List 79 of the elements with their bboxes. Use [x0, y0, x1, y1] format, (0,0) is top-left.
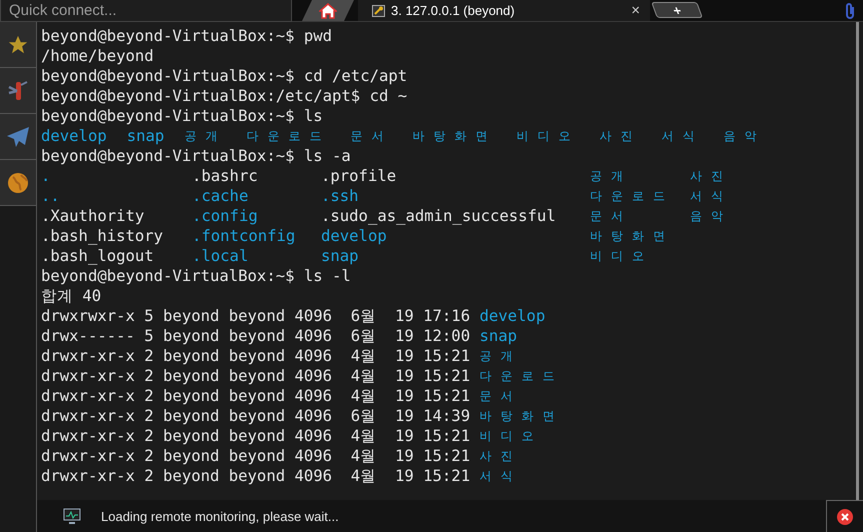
terminal-line: drwxrwxr-x 5 beyond beyond 4096 6월 19 17:16	[41, 306, 472, 326]
directory-name: 비디오	[516, 128, 580, 145]
directory-name: .bash_logout	[41, 246, 155, 266]
terminal-line: drwxr-xr-x 2 beyond beyond 4096 4월 19 15:21	[41, 366, 472, 386]
globe-icon[interactable]	[7, 172, 29, 194]
sidebar-button[interactable]	[0, 68, 36, 114]
terminal-line: drwxr-xr-x 2 beyond beyond 4096 4월 19 15:21	[41, 446, 472, 466]
directory-name: 바탕화면	[590, 228, 675, 245]
paperclip-icon[interactable]	[843, 2, 857, 20]
tab-title: 3. 127.0.0.1 (beyond)	[391, 3, 515, 18]
directory-name: .bash_history	[41, 226, 164, 246]
directory-name: .ssh	[321, 186, 360, 206]
directory-name: snap	[321, 246, 360, 266]
terminal-line: /home/beyond	[41, 46, 154, 66]
directory-name: 비디오	[590, 248, 654, 265]
directory-name: 공개	[590, 168, 633, 185]
sidebar-button[interactable]	[0, 22, 36, 68]
directory-name: ..	[41, 186, 61, 206]
close-icon	[837, 508, 853, 524]
directory-name: 서식	[661, 128, 704, 145]
directory-name: snap	[126, 126, 164, 146]
error-button[interactable]	[826, 500, 863, 532]
terminal-line: drwx------ 5 beyond beyond 4096 6월 19 12:00	[41, 326, 472, 346]
status-message: Loading remote monitoring, please wait...	[101, 508, 339, 524]
directory-name: .	[41, 166, 52, 186]
directory-name: 공개	[184, 128, 226, 145]
terminal-line: drwxr-xr-x 2 beyond beyond 4096 4월 19 15:21	[41, 386, 472, 406]
terminal-line: beyond@beyond-VirtualBox:~$ ls -a	[41, 146, 351, 166]
directory-name: 문서	[479, 388, 522, 405]
directory-name: 서식	[690, 188, 733, 205]
monitor-icon	[63, 508, 81, 524]
directory-name: 다운로드	[590, 188, 675, 205]
key-icon	[372, 4, 385, 16]
sidebar-button[interactable]	[0, 114, 36, 160]
directory-name: 사진	[479, 448, 522, 465]
pocket-knife-icon[interactable]	[7, 78, 29, 102]
directory-name: develop	[479, 306, 546, 326]
directory-name: .Xauthority	[41, 206, 146, 226]
sidebar-button[interactable]	[0, 160, 36, 206]
directory-name: .sudo_as_admin_successful	[321, 206, 557, 226]
star-icon[interactable]	[7, 34, 29, 56]
directory-name: 문서	[350, 128, 392, 145]
terminal-line: beyond@beyond-VirtualBox:~$ cd /etc/apt	[41, 66, 408, 86]
terminal-line: beyond@beyond-VirtualBox:~$ ls	[41, 106, 323, 126]
directory-name: 사진	[690, 168, 733, 185]
directory-name: .fontconfig	[192, 226, 296, 246]
paper-plane-icon[interactable]	[6, 126, 30, 148]
directory-name: .local	[192, 246, 250, 266]
terminal-line: drwxr-xr-x 2 beyond beyond 4096 4월 19 15:21	[41, 346, 472, 366]
directory-name: 문서	[590, 208, 633, 225]
new-tab-button[interactable]: +	[651, 2, 703, 18]
directory-name: 바탕화면	[479, 408, 564, 425]
quick-connect-field[interactable]: Quick connect...	[0, 0, 292, 22]
close-tab-button[interactable]: ×	[631, 2, 640, 19]
directory-name: 다운로드	[479, 368, 564, 385]
directory-name: 바탕화면	[412, 128, 496, 145]
directory-name: 사진	[599, 128, 642, 145]
directory-name: .config	[192, 206, 259, 226]
terminal-line: 합계 40	[41, 286, 102, 306]
directory-name: 음악	[723, 128, 766, 145]
directory-name: 서식	[479, 468, 522, 485]
terminal-line: beyond@beyond-VirtualBox:~$ ls -l	[41, 266, 351, 286]
directory-name: snap	[479, 326, 518, 346]
directory-name: 다운로드	[246, 128, 330, 145]
directory-name: develop	[321, 226, 388, 246]
terminal-line: drwxr-xr-x 2 beyond beyond 4096 4월 19 15:21	[41, 426, 472, 446]
directory-name: 공개	[479, 348, 522, 365]
directory-name: .profile	[321, 166, 398, 186]
terminal-line: beyond@beyond-VirtualBox:~$ pwd	[41, 26, 332, 46]
directory-name: 음악	[690, 208, 733, 225]
terminal-line: beyond@beyond-VirtualBox:/etc/apt$ cd ~	[41, 86, 408, 106]
session-tab[interactable]: 3. 127.0.0.1 (beyond) ×	[358, 0, 650, 21]
directory-name: .cache	[192, 186, 250, 206]
directory-name: develop	[41, 126, 107, 146]
directory-name: .bashrc	[192, 166, 259, 186]
terminal-line: drwxr-xr-x 2 beyond beyond 4096 6월 19 14:39	[41, 406, 472, 426]
terminal-line: drwxr-xr-x 2 beyond beyond 4096 4월 19 15:21	[41, 466, 472, 486]
home-icon	[319, 2, 337, 18]
directory-name: 비디오	[479, 428, 542, 445]
